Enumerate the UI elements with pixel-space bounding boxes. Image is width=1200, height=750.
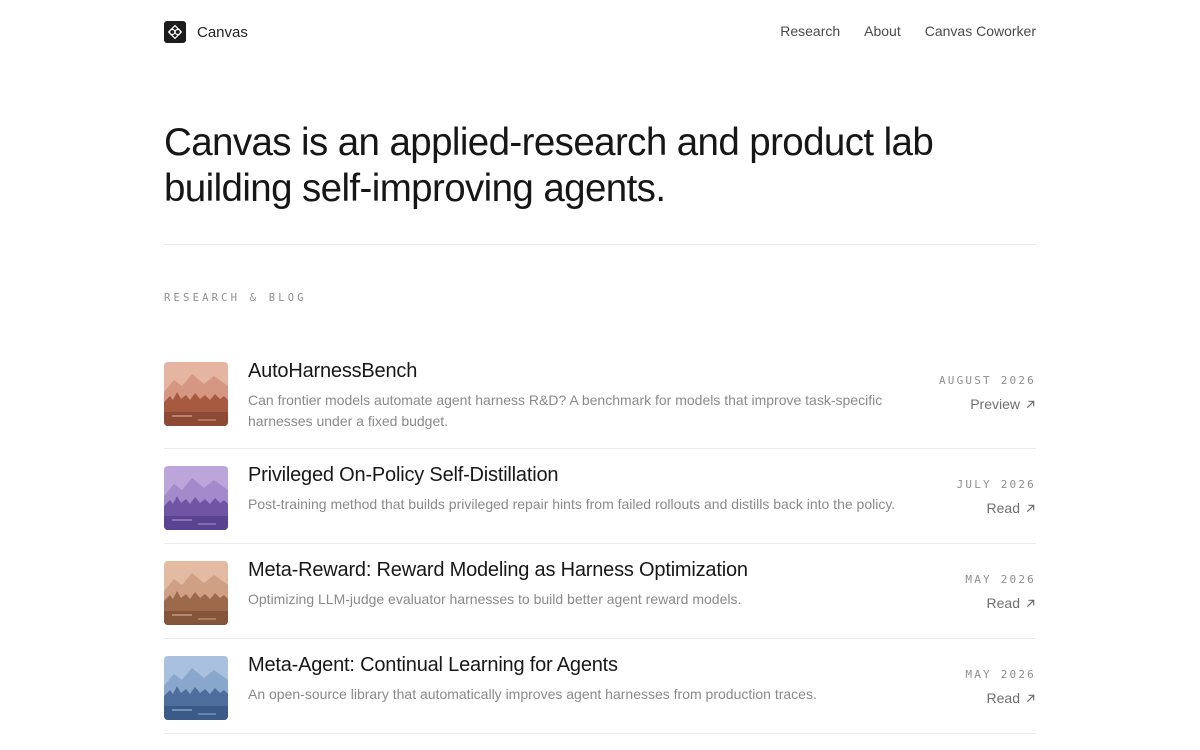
hero-divider xyxy=(164,244,1036,245)
arrow-up-right-icon xyxy=(1026,504,1035,512)
nav-research[interactable]: Research xyxy=(780,23,840,39)
arrow-up-right-icon xyxy=(1026,599,1035,607)
post-action-label: Read xyxy=(986,500,1020,516)
post-item[interactable]: Meta-Reward: Reward Modeling as Harness … xyxy=(164,544,1036,639)
post-item[interactable]: Privileged On-Policy Self-Distillation P… xyxy=(164,449,1036,544)
arrow-up-right-icon xyxy=(1026,400,1035,408)
post-description: An open-source library that automaticall… xyxy=(248,686,817,702)
canvas-logo-icon xyxy=(164,21,186,43)
post-description: Post-training method that builds privile… xyxy=(248,496,896,512)
post-date: MAY 2026 xyxy=(965,668,1036,681)
post-date: JULY 2026 xyxy=(956,478,1036,491)
post-action-link[interactable]: Read xyxy=(965,690,1036,706)
nav-canvas-coworker[interactable]: Canvas Coworker xyxy=(925,23,1036,39)
post-title[interactable]: Meta-Agent: Continual Learning for Agent… xyxy=(248,653,906,677)
post-action-label: Preview xyxy=(970,396,1020,412)
post-list: AutoHarnessBench Can frontier models aut… xyxy=(164,345,1036,734)
post-thumbnail xyxy=(164,561,228,625)
post-thumbnail xyxy=(164,656,228,720)
hero-line-1: Canvas is an applied-research and produc… xyxy=(164,121,934,164)
post-thumbnail xyxy=(164,466,228,530)
top-nav-bar: Canvas Research About Canvas Coworker xyxy=(164,21,1036,45)
post-date: MAY 2026 xyxy=(965,573,1036,586)
arrow-up-right-icon xyxy=(1026,694,1035,702)
post-action-label: Read xyxy=(986,690,1020,706)
post-action-link[interactable]: Read xyxy=(965,595,1036,611)
post-title[interactable]: Meta-Reward: Reward Modeling as Harness … xyxy=(248,558,906,582)
section-label: RESEARCH & BLOG xyxy=(164,292,307,304)
hero-line-2: building self-improving agents. xyxy=(164,167,666,210)
brand-link[interactable]: Canvas xyxy=(164,21,248,43)
brand-name: Canvas xyxy=(197,23,248,41)
post-action-label: Read xyxy=(986,595,1020,611)
post-title[interactable]: Privileged On-Policy Self-Distillation xyxy=(248,463,906,487)
post-item[interactable]: Meta-Agent: Continual Learning for Agent… xyxy=(164,639,1036,734)
post-description: Optimizing LLM-judge evaluator harnesses… xyxy=(248,591,742,607)
nav-about[interactable]: About xyxy=(864,23,901,39)
post-action-link[interactable]: Read xyxy=(957,500,1036,516)
post-date: AUGUST 2026 xyxy=(938,374,1036,387)
post-title[interactable]: AutoHarnessBench xyxy=(248,359,906,383)
post-action-link[interactable]: Preview xyxy=(939,396,1036,412)
post-thumbnail xyxy=(164,362,228,426)
main-nav: Research About Canvas Coworker xyxy=(780,23,1036,39)
post-description: Can frontier models automate agent harne… xyxy=(248,392,883,429)
hero-headline: Canvas is an applied-research and produc… xyxy=(164,120,1036,212)
post-item[interactable]: AutoHarnessBench Can frontier models aut… xyxy=(164,345,1036,449)
